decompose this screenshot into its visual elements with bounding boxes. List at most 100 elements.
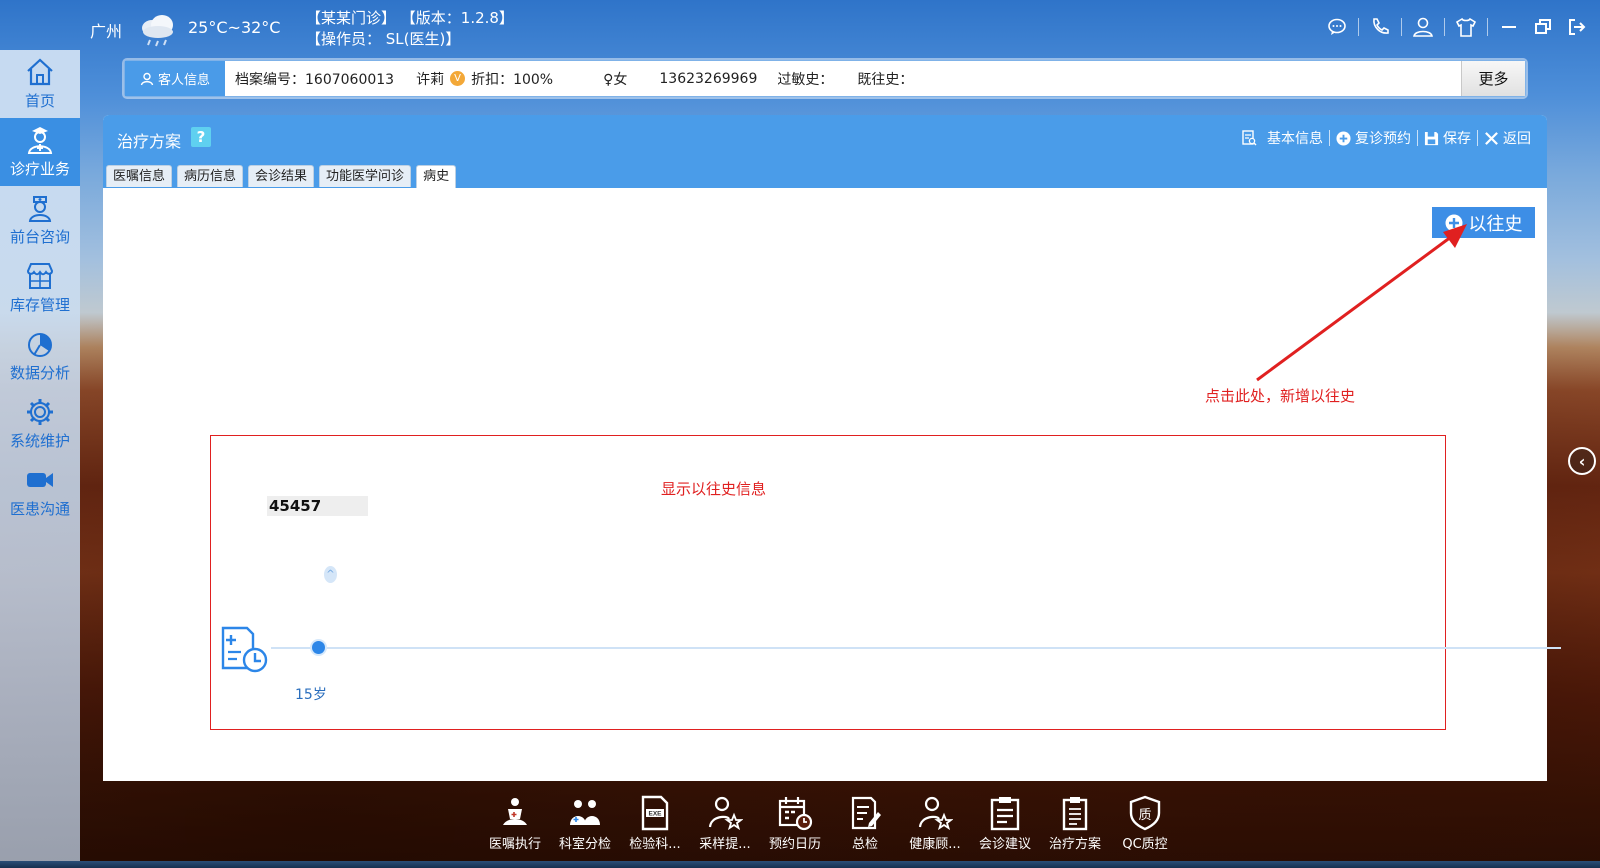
dock-item-sampling[interactable]: 采样提... [690, 795, 760, 855]
nav-label: 医患沟通 [9, 500, 70, 518]
pie-chart-icon [28, 333, 52, 357]
svg-text:EXE: EXE [648, 811, 662, 818]
tab-order-info[interactable]: 医嘱信息 [106, 165, 173, 187]
rain-cloud-icon [142, 15, 173, 47]
restore-icon[interactable] [1526, 14, 1560, 40]
past-history: 既往史： [857, 71, 914, 88]
past-history-display: 显示以往史信息 45457 ^ 15岁 [210, 435, 1561, 730]
home-icon [27, 58, 53, 86]
os-taskbar [0, 861, 1600, 868]
dock-item-consultation-advice[interactable]: 会诊建议 [970, 795, 1040, 855]
calendar-clock-icon [778, 797, 813, 831]
weather-city: 广州 [90, 22, 123, 41]
dock-item-department[interactable]: 科室分检 [550, 795, 620, 855]
timeline-age-label: 15岁 [295, 687, 327, 703]
phone-icon[interactable] [1363, 14, 1397, 40]
nav-label: 诊疗业务 [9, 160, 70, 178]
nav-label: 前台咨询 [9, 228, 70, 246]
panel-header: 治疗方案 ? 基本信息 复诊预约 保存 返回 医嘱信息 病历信息 会诊结果 功能… [103, 115, 1547, 188]
user-icon[interactable] [1406, 14, 1440, 40]
patient-phone: 13623269969 [659, 70, 758, 87]
annotation-show-history: 显示以往史信息 [661, 480, 767, 498]
timeline-axis [271, 647, 1561, 649]
top-bar: 广州 25°C~32°C 【某某门诊】 【版本：1.2.8】 【操作员： SL(… [0, 0, 1600, 58]
nav-item-communication[interactable]: 医患沟通 [0, 458, 80, 526]
revisit-appointment-button[interactable]: 复诊预约 [1330, 128, 1417, 148]
clinic-version-line: 【某某门诊】 【版本：1.2.8】 [306, 9, 514, 27]
revisit-label: 复诊预约 [1355, 131, 1411, 147]
dock-item-appointment-calendar[interactable]: 预约日历 [760, 795, 830, 855]
save-label: 保存 [1443, 131, 1471, 147]
vip-badge: V [450, 71, 466, 86]
help-icon[interactable]: ? [191, 127, 211, 147]
history-record-card[interactable]: 45457 [267, 496, 368, 516]
basic-info-button[interactable]: 基本信息 [1235, 128, 1329, 148]
timeline-node[interactable] [312, 641, 325, 654]
bottom-dock: 医嘱执行 科室分检 EXE 检验科... 采样提... 预约日历 总检 健康顾.… [480, 795, 1180, 855]
tab-medical-history[interactable]: 病史 [416, 165, 457, 188]
document-edit-icon [851, 796, 881, 830]
patient-info-bar: 客人信息 档案编号：1607060013 许莉 V 折扣：100% ♀女 136… [124, 60, 1526, 97]
dock-item-treatment-plan[interactable]: 治疗方案 [1040, 795, 1110, 855]
user-star-icon [708, 796, 743, 831]
nav-item-home[interactable]: 首页 [0, 50, 80, 118]
chevron-left-icon[interactable]: ‹ [1568, 447, 1596, 475]
user-star-icon [918, 796, 953, 831]
weather-temperature: 25°C~32°C [188, 18, 281, 37]
panel-tabs: 医嘱信息 病历信息 会诊结果 功能医学问诊 病史 [106, 165, 457, 188]
chat-icon[interactable] [1320, 14, 1354, 40]
allergy-history: 过敏史： [777, 71, 834, 88]
annotation-arrow [1256, 224, 1467, 382]
dock-item-qc[interactable]: 质 QC质控 [1110, 795, 1180, 855]
dock-item-lab[interactable]: EXE 检验科... [620, 795, 690, 855]
nav-item-inventory[interactable]: 库存管理 [0, 254, 80, 322]
document-search-icon [1242, 130, 1257, 146]
dock-item-general-check[interactable]: 总检 [830, 795, 900, 855]
shield-quality-icon: 质 [1129, 795, 1161, 831]
file-number: 档案编号：1607060013 [235, 71, 395, 88]
save-button[interactable]: 保存 [1418, 128, 1477, 148]
window-tools [1320, 14, 1594, 40]
clinic-info: 【某某门诊】 【版本：1.2.8】 【操作员： SL(医生)】 [306, 8, 514, 50]
basic-info-label: 基本信息 [1267, 131, 1323, 147]
video-icon [27, 473, 53, 487]
tab-functional-medicine[interactable]: 功能医学问诊 [319, 165, 412, 187]
left-navigation: 首页 诊疗业务 前台咨询 库存管理 数据分析 系统维护 医患沟通 [0, 50, 80, 868]
tab-medical-record[interactable]: 病历信息 [177, 165, 244, 187]
tab-consultation-result[interactable]: 会诊结果 [248, 165, 315, 187]
more-button[interactable]: 更多 [1461, 61, 1525, 96]
guest-info-tab[interactable]: 客人信息 [125, 61, 225, 96]
divider [1401, 18, 1402, 36]
clipboard-icon [990, 797, 1020, 831]
store-icon [26, 263, 54, 289]
guest-info-label: 客人信息 [157, 73, 210, 88]
nav-item-clinical[interactable]: 诊疗业务 [0, 118, 80, 186]
svg-text:质: 质 [1138, 808, 1151, 823]
medical-record-clock-icon [221, 626, 268, 673]
gear-icon [27, 399, 53, 425]
divider [1444, 18, 1445, 36]
chevron-up-icon[interactable]: ^ [324, 566, 337, 583]
close-icon [1485, 131, 1498, 145]
skin-shirt-icon[interactable] [1449, 14, 1483, 40]
minimize-icon[interactable] [1492, 14, 1526, 40]
nav-item-analytics[interactable]: 数据分析 [0, 322, 80, 390]
order-exec-icon [503, 798, 527, 825]
logout-icon[interactable] [1560, 14, 1594, 40]
save-icon [1424, 131, 1439, 145]
nav-item-system[interactable]: 系统维护 [0, 390, 80, 458]
user-icon [140, 72, 154, 85]
discount: 折扣：100% [471, 71, 554, 88]
add-past-history-label: 以往史 [1468, 213, 1523, 235]
department-icon [570, 800, 600, 825]
exe-file-icon: EXE [641, 795, 669, 831]
dock-item-health-advisor[interactable]: 健康顾... [900, 795, 970, 855]
nav-label: 系统维护 [9, 432, 70, 450]
nav-item-front-desk[interactable]: 前台咨询 [0, 186, 80, 254]
dock-item-order-exec[interactable]: 医嘱执行 [480, 795, 550, 855]
nav-label: 数据分析 [9, 364, 70, 382]
nurse-icon [28, 196, 52, 222]
panel-title: 治疗方案 [117, 132, 182, 151]
back-button[interactable]: 返回 [1478, 128, 1537, 148]
divider [1487, 18, 1488, 36]
